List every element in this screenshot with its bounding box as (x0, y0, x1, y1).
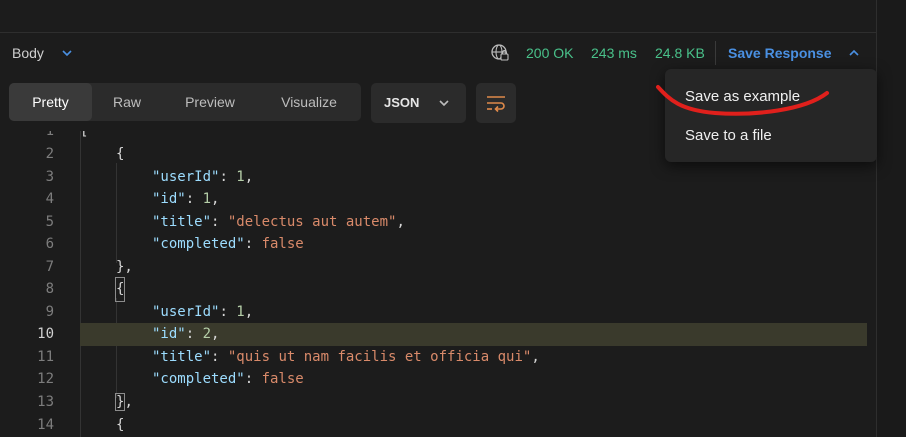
line-number: 5 (45, 214, 54, 230)
code-line: 12 "completed": false (0, 368, 876, 391)
response-header: Body 200 OK 243 ms 24.8 KB Save Response (0, 34, 876, 72)
header-divider (715, 41, 716, 65)
code-text: }, (116, 259, 133, 275)
code-text: { (116, 146, 125, 162)
code-text: { (116, 417, 125, 433)
code-line: 3 "userId": 1, (0, 166, 876, 189)
json-value: false (261, 371, 304, 387)
tab-pretty[interactable]: Pretty (9, 83, 92, 121)
response-time[interactable]: 243 ms (591, 45, 637, 61)
json-key: "completed" (152, 236, 245, 252)
json-value: 1 (236, 304, 245, 320)
status-code[interactable]: 200 OK (526, 45, 573, 61)
line-number: 7 (45, 259, 54, 275)
response-body-editor[interactable]: 1 [ 2 { 3 "userId": 1, 4 "id": 1, 5 "tit… (0, 131, 876, 437)
line-number: 8 (45, 281, 54, 297)
json-value: 1 (236, 169, 245, 185)
chevron-down-icon (437, 96, 451, 115)
json-value: "quis ut nam facilis et officia qui" (227, 349, 532, 365)
json-key: "title" (152, 349, 212, 365)
chevron-down-icon[interactable] (60, 46, 74, 65)
line-number: 1 (45, 131, 54, 139)
json-value: "delectus aut autem" (227, 214, 397, 230)
tab-visualize[interactable]: Visualize (263, 83, 355, 121)
code-line: 14 { (0, 414, 876, 437)
json-key: "completed" (152, 371, 245, 387)
line-number: 4 (45, 191, 54, 207)
right-scroll-rail[interactable] (876, 0, 906, 437)
view-mode-tabs: Pretty Raw Preview Visualize (9, 83, 361, 121)
globe-icon[interactable] (490, 43, 510, 68)
json-key: "id" (152, 191, 186, 207)
red-underline-annotation (656, 85, 829, 116)
json-key: "id" (152, 326, 186, 342)
chevron-up-icon[interactable] (847, 46, 861, 65)
menu-item-save-to-file[interactable]: Save to a file (685, 127, 772, 144)
line-number: 13 (37, 394, 54, 410)
json-key: "userId" (152, 169, 220, 185)
json-value: 2 (202, 326, 212, 342)
line-number: 14 (37, 417, 54, 433)
json-key: "title" (152, 214, 212, 230)
line-number: 6 (45, 236, 54, 252)
body-label[interactable]: Body (12, 45, 44, 61)
line-number: 10 (37, 326, 54, 342)
code-line: 8 { (0, 277, 876, 302)
code-line: 5 "title": "delectus aut autem", (0, 211, 876, 234)
line-number: 3 (45, 169, 54, 185)
tab-preview[interactable]: Preview (167, 83, 253, 121)
line-number: 11 (37, 349, 54, 365)
code-text: [ (80, 131, 89, 139)
wrap-lines-button[interactable] (476, 83, 516, 123)
code-line: 7 }, (0, 256, 876, 279)
line-number: 9 (45, 304, 54, 320)
response-size[interactable]: 24.8 KB (655, 45, 705, 61)
json-value: false (261, 236, 304, 252)
save-response-button[interactable]: Save Response (728, 45, 832, 61)
code-line: 13 }, (0, 391, 876, 414)
format-select[interactable]: JSON (371, 83, 466, 123)
tab-raw[interactable]: Raw (97, 83, 157, 121)
json-value: 1 (202, 191, 212, 207)
json-key: "userId" (152, 304, 220, 320)
line-number: 2 (45, 146, 54, 162)
code-line-highlighted: 10 "id": 2, (0, 323, 876, 346)
format-select-value: JSON (384, 95, 420, 110)
matched-bracket: } (114, 393, 126, 411)
wrap-lines-icon (485, 93, 507, 118)
code-line: 9 "userId": 1, (0, 301, 876, 324)
matched-bracket: { (114, 277, 126, 302)
code-line: 4 "id": 1, (0, 188, 876, 211)
line-number: 12 (37, 371, 54, 387)
code-line: 11 "title": "quis ut nam facilis et offi… (0, 346, 876, 369)
top-strip (0, 0, 876, 33)
code-line: 6 "completed": false (0, 233, 876, 256)
